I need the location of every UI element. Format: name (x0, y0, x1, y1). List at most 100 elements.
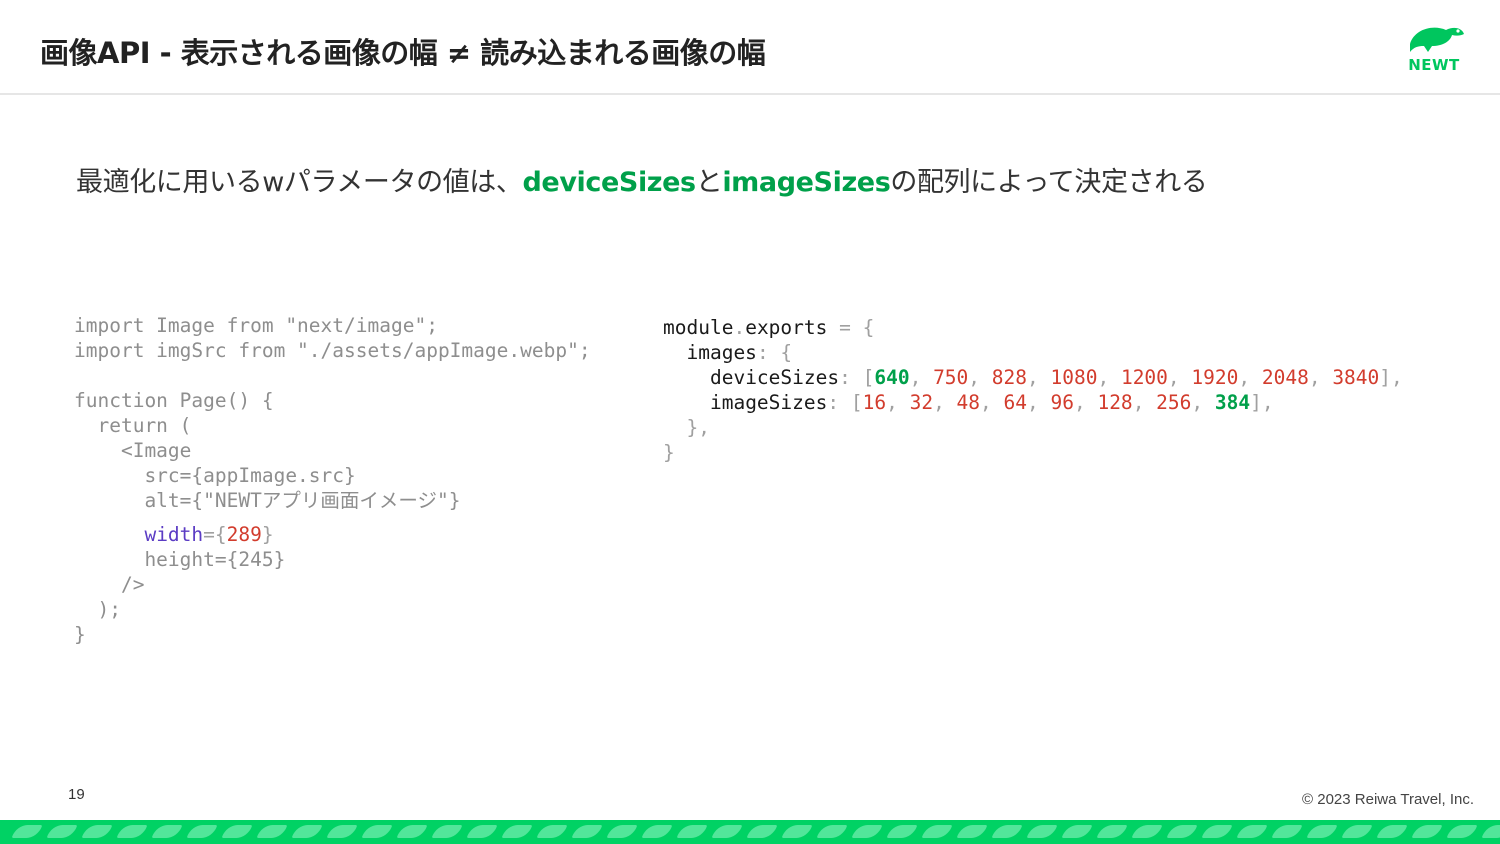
leaf-icon (536, 825, 568, 838)
leaf-icon (956, 825, 988, 838)
code-punctuation: ={ (203, 523, 227, 546)
size-value: 1920 (1191, 366, 1239, 389)
code-comma: , (1027, 391, 1051, 414)
leaf-icon (571, 825, 603, 838)
code-line-module-exports: module.exports = { (663, 315, 1403, 340)
leaf-icon (151, 825, 183, 838)
leaf-icon (116, 825, 148, 838)
code-comma: , (968, 366, 992, 389)
newt-logo: NEWT (1402, 22, 1466, 74)
logo-text: NEWT (1408, 56, 1460, 74)
leaf-icon (1446, 825, 1478, 838)
subtitle-text-1: 最適化に用いるwパラメータの値は、 (76, 167, 523, 198)
code-comma: , (1238, 366, 1262, 389)
size-value: 640 (874, 366, 910, 389)
code-line: import imgSrc from "./assets/appImage.we… (74, 339, 591, 362)
leaf-icon (1481, 825, 1500, 838)
subtitle-text-3: の配列によって決定される (890, 167, 1208, 198)
leaf-icon (641, 825, 673, 838)
imagesizes-values: 16, 32, 48, 64, 96, 128, 256, 384 (863, 391, 1251, 414)
leaf-icon (1131, 825, 1163, 838)
leaf-icon (291, 825, 323, 838)
code-line-imagesizes: imageSizes: [16, 32, 48, 64, 96, 128, 25… (663, 390, 1403, 415)
leaf-icon (1096, 825, 1128, 838)
leaf-icon (886, 825, 918, 838)
code-comma: , (980, 391, 1004, 414)
size-value: 2048 (1261, 366, 1309, 389)
code-punctuation: ], (1379, 366, 1403, 389)
code-punctuation: : { (756, 341, 793, 364)
code-punctuation: } (261, 523, 274, 546)
code-module: module (663, 316, 734, 339)
leaf-icon (746, 825, 778, 838)
leaf-icon (1201, 825, 1233, 838)
code-comma: , (933, 391, 957, 414)
page-number: 19 (68, 786, 85, 803)
size-value: 3840 (1332, 366, 1380, 389)
leaf-icon (711, 825, 743, 838)
code-images-key: images (686, 341, 757, 364)
code-line: import Image from "next/image"; (74, 314, 438, 337)
leaf-icon (1166, 825, 1198, 838)
code-dot: . (733, 316, 746, 339)
subtitle-highlight-devicesizes: deviceSizes (522, 167, 696, 198)
size-value: 128 (1097, 391, 1133, 414)
leaf-icon (606, 825, 638, 838)
code-line: }, (663, 415, 1403, 440)
size-value: 750 (933, 366, 969, 389)
leaf-icon (46, 825, 78, 838)
leaf-icon (851, 825, 883, 838)
size-value: 1200 (1120, 366, 1168, 389)
leaf-icon (1061, 825, 1093, 838)
code-block-page-component: import Image from "next/image"; import im… (74, 313, 591, 647)
leaf-icon (256, 825, 288, 838)
leaf-icon (361, 825, 393, 838)
size-value: 384 (1214, 391, 1251, 414)
leaf-icon (221, 825, 253, 838)
leaf-icon (326, 825, 358, 838)
size-value: 48 (956, 391, 981, 414)
code-exports: exports (745, 316, 828, 339)
code-line: <Image (74, 439, 192, 462)
leaf-icon (1271, 825, 1303, 838)
size-value: 16 (862, 391, 887, 414)
code-punctuation: ], (1250, 391, 1274, 414)
code-line: /> (74, 573, 145, 596)
code-punctuation: : [ (827, 391, 863, 414)
size-value: 1080 (1050, 366, 1098, 389)
code-devicesizes-key: deviceSizes (709, 366, 840, 389)
code-line: return ( (74, 414, 192, 437)
code-line: height={245} (74, 548, 286, 571)
size-value: 96 (1050, 391, 1074, 414)
size-value: 64 (1003, 391, 1027, 414)
code-line: } (663, 440, 1403, 465)
slide-header: 画像API - 表示される画像の幅 ≠ 読み込まれる画像の幅 NEWT (0, 0, 1500, 95)
leaf-icon (81, 825, 113, 838)
leaf-icon (1341, 825, 1373, 838)
leaf-icon (396, 825, 428, 838)
leaf-icon (991, 825, 1023, 838)
devicesizes-values: 640, 750, 828, 1080, 1200, 1920, 2048, 3… (874, 366, 1379, 389)
code-line-width-highlight: width={289} (74, 513, 591, 547)
leaf-icon (781, 825, 813, 838)
width-value: 289 (226, 523, 262, 546)
slide-subtitle: 最適化に用いるwパラメータの値は、deviceSizesとimageSizesの… (76, 160, 1208, 199)
code-comma: , (909, 366, 934, 389)
size-value: 32 (909, 391, 934, 414)
code-imagesizes-key: imageSizes (709, 391, 828, 414)
size-value: 828 (991, 366, 1028, 389)
copyright-text: © 2023 Reiwa Travel, Inc. (1302, 791, 1474, 808)
leaf-icon (921, 825, 953, 838)
code-punctuation: } (663, 441, 675, 464)
width-attribute: width (144, 523, 204, 546)
slide-title: 画像API - 表示される画像の幅 ≠ 読み込まれる画像の幅 (40, 36, 766, 70)
leaf-icon (1236, 825, 1268, 838)
leaf-icon (676, 825, 708, 838)
footer-band (0, 820, 1500, 844)
code-punctuation: : [ (839, 366, 875, 389)
code-block-next-config: module.exports = { images: { deviceSizes… (663, 315, 1403, 465)
code-comma: , (1308, 366, 1333, 389)
code-line: src={appImage.src} (74, 464, 356, 487)
